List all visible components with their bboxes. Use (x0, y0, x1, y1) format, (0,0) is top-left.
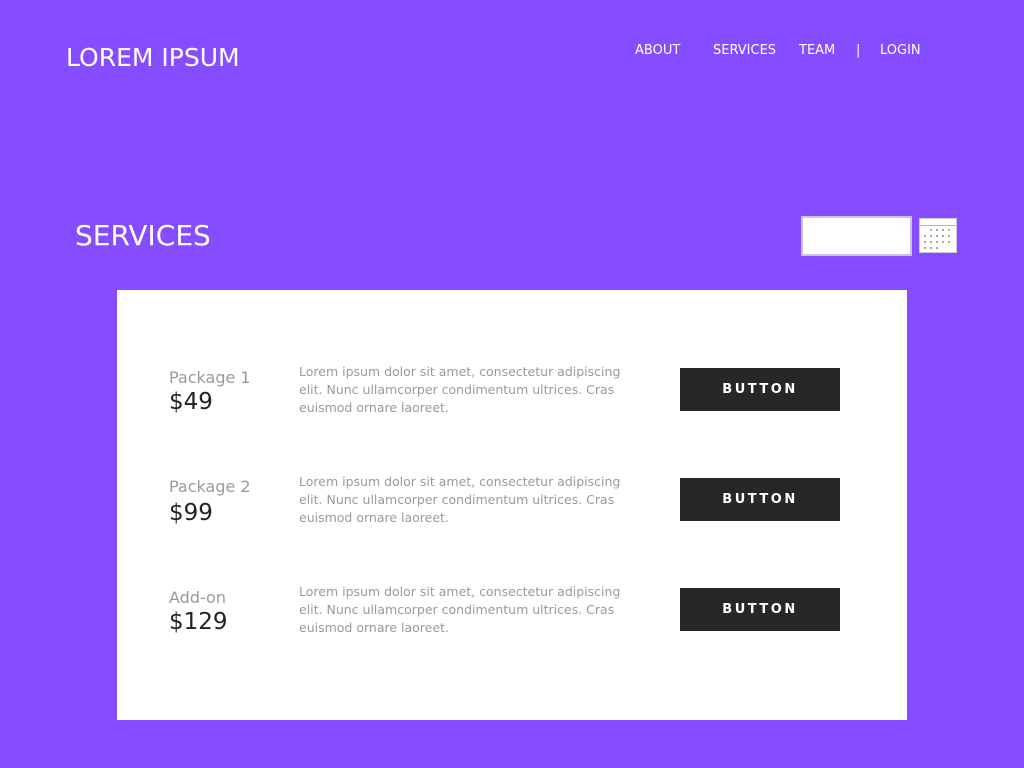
services-card: Package 1 $49 Lorem ipsum dolor sit amet… (117, 290, 907, 720)
main-nav: ABOUT SERVICES TEAM | LOGIN (0, 42, 1024, 60)
package-2-button[interactable]: BUTTON (680, 478, 840, 521)
nav-team-link[interactable]: TEAM (799, 42, 835, 60)
search-input[interactable] (801, 216, 912, 256)
nav-login-link[interactable]: LOGIN (880, 42, 921, 60)
package-price: $129 (169, 609, 228, 635)
nav-separator: | (856, 43, 861, 58)
package-row: Add-on $129 Lorem ipsum dolor sit amet, … (117, 584, 907, 658)
calendar-icon (920, 225, 956, 249)
calendar-button[interactable] (919, 218, 957, 253)
package-row: Package 1 $49 Lorem ipsum dolor sit amet… (117, 364, 907, 438)
addon-button[interactable]: BUTTON (680, 588, 840, 631)
package-name: Add-on (169, 588, 226, 607)
page-title: SERVICES (75, 219, 211, 252)
package-price: $99 (169, 500, 213, 526)
package-description: Lorem ipsum dolor sit amet, consectetur … (299, 364, 621, 415)
package-description: Lorem ipsum dolor sit amet, consectetur … (299, 584, 621, 635)
nav-about-link[interactable]: ABOUT (635, 42, 680, 60)
package-price: $49 (169, 389, 213, 415)
package-row: Package 2 $99 Lorem ipsum dolor sit amet… (117, 474, 907, 548)
package-name: Package 1 (169, 368, 251, 387)
package-description: Lorem ipsum dolor sit amet, consectetur … (299, 474, 621, 525)
package-1-button[interactable]: BUTTON (680, 368, 840, 411)
package-name: Package 2 (169, 477, 251, 496)
nav-services-link[interactable]: SERVICES (713, 42, 776, 60)
